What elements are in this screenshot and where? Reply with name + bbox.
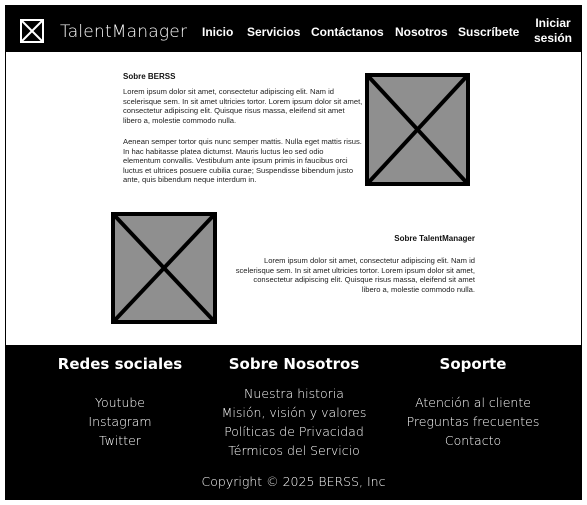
login-button[interactable]: Iniciar sesión: [534, 16, 572, 46]
footer-social-title: Redes sociales: [57, 355, 183, 373]
about-tm-title: Sobre TalentManager: [394, 234, 475, 243]
footer-link-mission[interactable]: Misión, visión y valores: [194, 403, 394, 422]
nav-contactanos[interactable]: Contáctanos: [311, 25, 384, 39]
about-tm-paragraph: Lorem ipsum dolor sit amet, consectetur …: [235, 256, 475, 294]
brand-name[interactable]: TalentManager: [60, 22, 187, 42]
footer-link-faq[interactable]: Preguntas frecuentes: [373, 412, 573, 431]
footer-link-history[interactable]: Nuestra historia: [194, 384, 394, 403]
footer-about: Sobre Nosotros Nuestra historia Misión, …: [194, 355, 394, 460]
nav-inicio[interactable]: Inicio: [202, 25, 233, 39]
image-placeholder: [365, 73, 470, 186]
nav-suscribete[interactable]: Suscríbete: [458, 25, 519, 39]
copyright: Copyright © 2025 BERSS, Inc: [201, 474, 386, 489]
image-placeholder: [111, 212, 217, 324]
image-placeholder-icon[interactable]: [20, 19, 44, 43]
footer-link-youtube[interactable]: Youtube: [20, 393, 220, 412]
about-berss-paragraph-2: Aenean semper tortor quis nunc semper ma…: [123, 137, 362, 184]
about-berss-paragraph-1: Lorem ipsum dolor sit amet, consectetur …: [123, 87, 363, 125]
nav-servicios[interactable]: Servicios: [247, 25, 300, 39]
login-line-1: Iniciar: [535, 16, 571, 30]
footer-link-customer-service[interactable]: Atención al cliente: [373, 393, 573, 412]
login-line-2: sesión: [534, 31, 573, 45]
about-berss-title: Sobre BERSS: [123, 72, 176, 81]
image-placeholder-icon: [369, 77, 466, 182]
footer-social: Redes sociales Youtube Instagram Twitter: [20, 355, 220, 450]
footer-link-instagram[interactable]: Instagram: [20, 412, 220, 431]
footer-link-terms[interactable]: Térmicos del Servicio: [194, 441, 394, 460]
footer-support: Soporte Atención al cliente Preguntas fr…: [373, 355, 573, 450]
footer: Redes sociales Youtube Instagram Twitter…: [5, 345, 582, 500]
footer-support-title: Soporte: [439, 355, 507, 373]
image-placeholder-icon: [115, 216, 213, 320]
header: TalentManager Inicio Servicios Contáctan…: [5, 5, 582, 52]
footer-about-title: Sobre Nosotros: [228, 355, 360, 373]
footer-link-twitter[interactable]: Twitter: [20, 431, 220, 450]
nav-nosotros[interactable]: Nosotros: [395, 25, 448, 39]
footer-link-contact[interactable]: Contacto: [373, 431, 573, 450]
footer-link-privacy[interactable]: Políticas de Privacidad: [194, 422, 394, 441]
